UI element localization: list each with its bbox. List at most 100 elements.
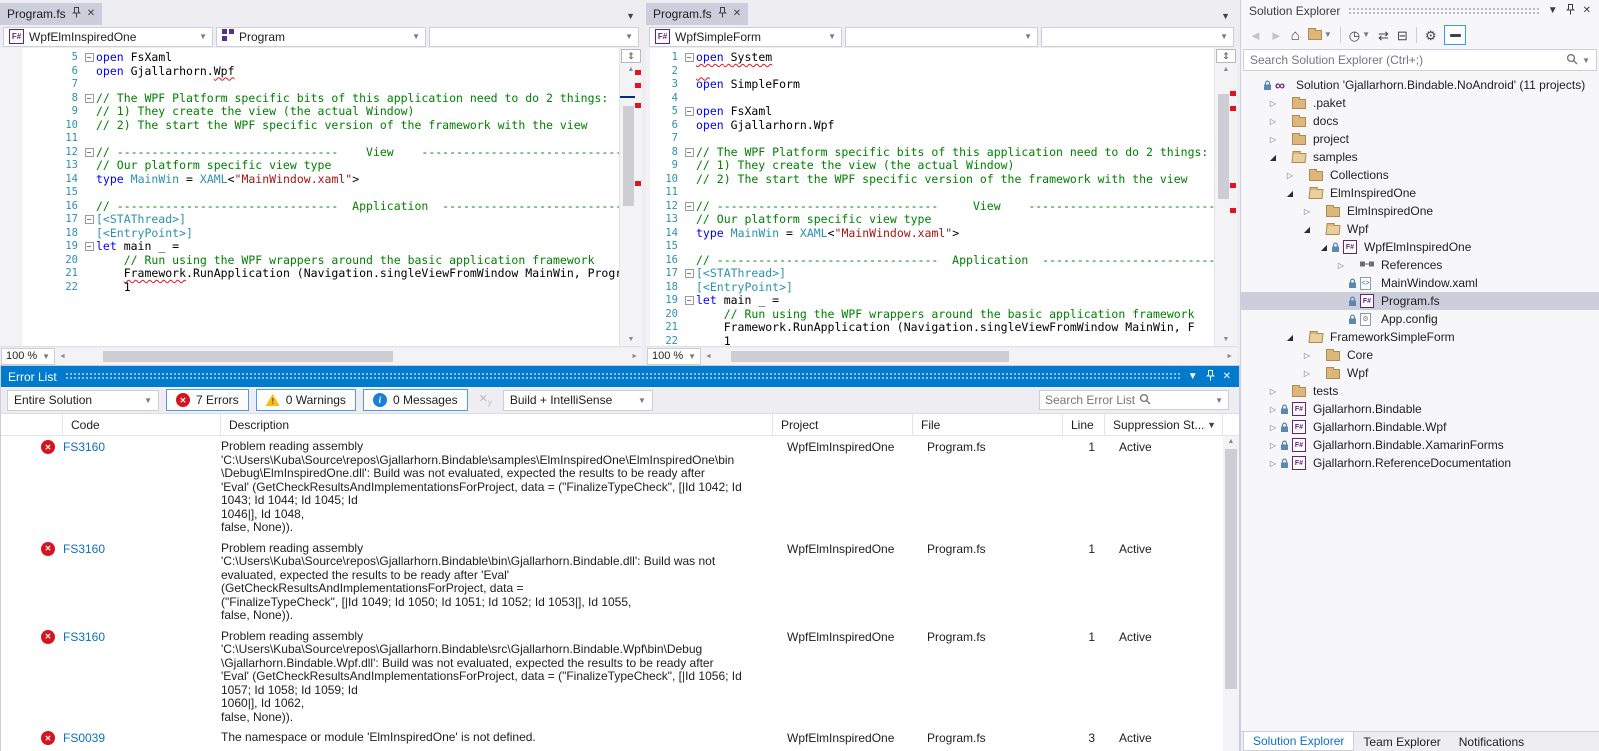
tree-item[interactable]: ◢ ElmInspiredOne (1241, 184, 1599, 202)
collapsed-arrow-icon[interactable]: ▷ (1266, 387, 1280, 396)
tree-item[interactable]: ▷ project (1241, 130, 1599, 148)
vertical-scrollbar[interactable]: ⇕ ▲ ▼ (1214, 48, 1237, 346)
project-dropdown[interactable]: F# WpfElmInspiredOne ▼ (3, 26, 213, 47)
scope-dropdown[interactable]: Entire Solution ▼ (7, 389, 159, 411)
collapsed-arrow-icon[interactable]: ▷ (1266, 405, 1280, 414)
code-area[interactable]: 5− open FsXaml 6 open Gjallarhorn.Wpf 7 8−// … (22, 48, 619, 346)
tree-item[interactable]: ▷ F# Gjallarhorn.ReferenceDocumentation (1241, 454, 1599, 472)
code-line[interactable]: 14 type MainWin = XAML<"MainWindow.xaml"> (650, 226, 1214, 241)
vertical-scrollbar[interactable]: ⇕ ▲ ▼ (619, 48, 642, 346)
code-line[interactable]: 22 1 (22, 280, 619, 295)
tree-item[interactable]: ▷ ElmInspiredOne (1241, 202, 1599, 220)
scroll-down-icon[interactable]: ▼ (1215, 334, 1237, 346)
code-line[interactable]: 22 1 (650, 334, 1214, 346)
solution-explorer-search-input[interactable]: Search Solution Explorer (Ctrl+;) ▼ (1243, 49, 1597, 71)
preview-selected-items-toggle[interactable] (1444, 25, 1467, 45)
tree-item[interactable]: ⚙ App.config (1241, 310, 1599, 328)
tree-item[interactable]: ▷ .paket (1241, 94, 1599, 112)
fold-collapse-icon[interactable]: − (684, 296, 694, 306)
scrollbar-thumb[interactable] (103, 350, 394, 362)
error-code-link[interactable]: FS3160 (63, 629, 221, 725)
search-icon[interactable] (1566, 53, 1578, 68)
fold-collapse-icon[interactable]: − (84, 93, 94, 103)
code-line[interactable]: 11 (650, 186, 1214, 200)
tree-item[interactable]: ◢ Wpf (1241, 220, 1599, 238)
code-line[interactable]: 2 (650, 65, 1214, 79)
collapsed-arrow-icon[interactable]: ▷ (1283, 171, 1297, 180)
code-line[interactable]: 13 // Our platform specific view type (22, 158, 619, 173)
tree-item[interactable]: ◢ samples (1241, 148, 1599, 166)
tab-list-dropdown-icon[interactable]: ▼ (1221, 11, 1237, 25)
scroll-left-icon[interactable]: ◄ (701, 353, 716, 360)
type-dropdown[interactable]: Program ▼ (216, 26, 426, 47)
close-icon[interactable]: ✕ (733, 9, 741, 19)
messages-filter-button[interactable]: i 0 Messages (362, 389, 468, 411)
code-line[interactable]: 1− open System (650, 50, 1214, 65)
code-line[interactable]: 16 // -------------------------------- Ap… (650, 253, 1214, 268)
code-line[interactable]: 3 open SimpleForm (650, 77, 1214, 92)
collapsed-arrow-icon[interactable]: ▷ (1266, 135, 1280, 144)
chevron-down-icon[interactable]: ▼ (1582, 56, 1590, 65)
collapsed-arrow-icon[interactable]: ▷ (1334, 261, 1348, 270)
fold-collapse-icon[interactable]: − (684, 53, 694, 63)
code-line[interactable]: 20 // Run using the WPF wrappers around … (22, 253, 619, 268)
collapsed-arrow-icon[interactable]: ▷ (1300, 351, 1314, 360)
code-line[interactable]: 15 (22, 186, 619, 200)
fold-margin[interactable]: − (82, 242, 96, 252)
code-line[interactable]: 10 // 2) The start the WPF specific versi… (22, 118, 619, 133)
pin-icon[interactable] (717, 7, 727, 21)
collapse-all-icon[interactable]: ⊟ (1397, 29, 1408, 42)
expanded-arrow-icon[interactable]: ◢ (1300, 225, 1314, 234)
panel-tab-solution-explorer[interactable]: Solution Explorer (1243, 732, 1355, 751)
tree-item[interactable]: ▷ Wpf (1241, 364, 1599, 382)
fold-collapse-icon[interactable]: − (684, 107, 694, 117)
code-line[interactable]: 9 // 1) They create the view (the actual … (650, 158, 1214, 173)
pin-icon[interactable] (1565, 4, 1575, 18)
error-row[interactable]: ✕ FS3160 Problem reading assembly 'C:\User… (1, 626, 1223, 728)
tree-item[interactable]: ▷ docs (1241, 112, 1599, 130)
tree-item[interactable]: F# Program.fs (1241, 292, 1599, 310)
error-row[interactable]: ✕ FS3160 Problem reading assembly 'C:\User… (1, 436, 1223, 538)
pending-changes-filter-icon[interactable]: ◷ ▼ (1349, 29, 1370, 42)
filter-icon[interactable]: ▼ (1207, 420, 1222, 430)
expanded-arrow-icon[interactable]: ◢ (1266, 153, 1280, 162)
collapsed-arrow-icon[interactable]: ▷ (1266, 99, 1280, 108)
expanded-arrow-icon[interactable]: ◢ (1283, 189, 1297, 198)
scrollbar-thumb[interactable] (623, 106, 634, 206)
column-header-line[interactable]: Line (1063, 414, 1105, 435)
error-code-link[interactable]: FS3160 (63, 541, 221, 623)
expanded-arrow-icon[interactable]: ◢ (1283, 333, 1297, 342)
zoom-level-dropdown[interactable]: 100 % ▼ (1, 347, 55, 365)
pin-icon[interactable] (71, 7, 81, 21)
code-line[interactable]: 16 // -------------------------------- Ap… (22, 199, 619, 214)
fold-margin[interactable]: − (682, 296, 696, 306)
sync-with-active-document-icon[interactable]: ▼ (1307, 28, 1332, 40)
window-position-dropdown-icon[interactable]: ▼ (1188, 371, 1198, 382)
code-line[interactable]: 18 [<EntryPoint>] (22, 226, 619, 241)
code-line[interactable]: 20 // Run using the WPF wrappers around … (650, 307, 1214, 322)
expanded-arrow-icon[interactable]: ◢ (1317, 243, 1331, 252)
code-area[interactable]: 1− open System 2 3 open SimpleForm 4 5− open F… (650, 48, 1214, 346)
code-line[interactable]: 12−// -------------------------------- V… (650, 199, 1214, 214)
tree-item[interactable]: ▷ References (1241, 256, 1599, 274)
fold-margin[interactable]: − (682, 201, 696, 211)
back-icon[interactable]: ◄ (1249, 29, 1262, 42)
code-line[interactable]: 11 (22, 132, 619, 146)
collapsed-arrow-icon[interactable]: ▷ (1300, 207, 1314, 216)
scrollbar-track[interactable] (716, 350, 1222, 362)
scrollbar-thumb[interactable] (731, 350, 1010, 362)
home-icon[interactable]: ⌂ (1291, 28, 1300, 43)
horizontal-scrollbar[interactable]: ◄ ► (55, 347, 642, 365)
code-line[interactable]: 6 open Gjallarhorn.Wpf (22, 64, 619, 79)
collapsed-arrow-icon[interactable]: ▷ (1266, 441, 1280, 450)
code-line[interactable]: 4 (650, 92, 1214, 106)
fold-margin[interactable]: − (82, 53, 96, 63)
refresh-icon[interactable]: ⇄ (1378, 29, 1389, 42)
tree-item[interactable]: ▷ F# Gjallarhorn.Bindable.XamarinForms (1241, 436, 1599, 454)
fold-margin[interactable]: − (82, 147, 96, 157)
code-line[interactable]: 12−// -------------------------------- V… (22, 145, 619, 160)
code-line[interactable]: 7 (650, 132, 1214, 146)
tree-item[interactable]: <> MainWindow.xaml (1241, 274, 1599, 292)
code-line[interactable]: 13 // Our platform specific view type (650, 212, 1214, 227)
code-line[interactable]: 18 [<EntryPoint>] (650, 280, 1214, 295)
